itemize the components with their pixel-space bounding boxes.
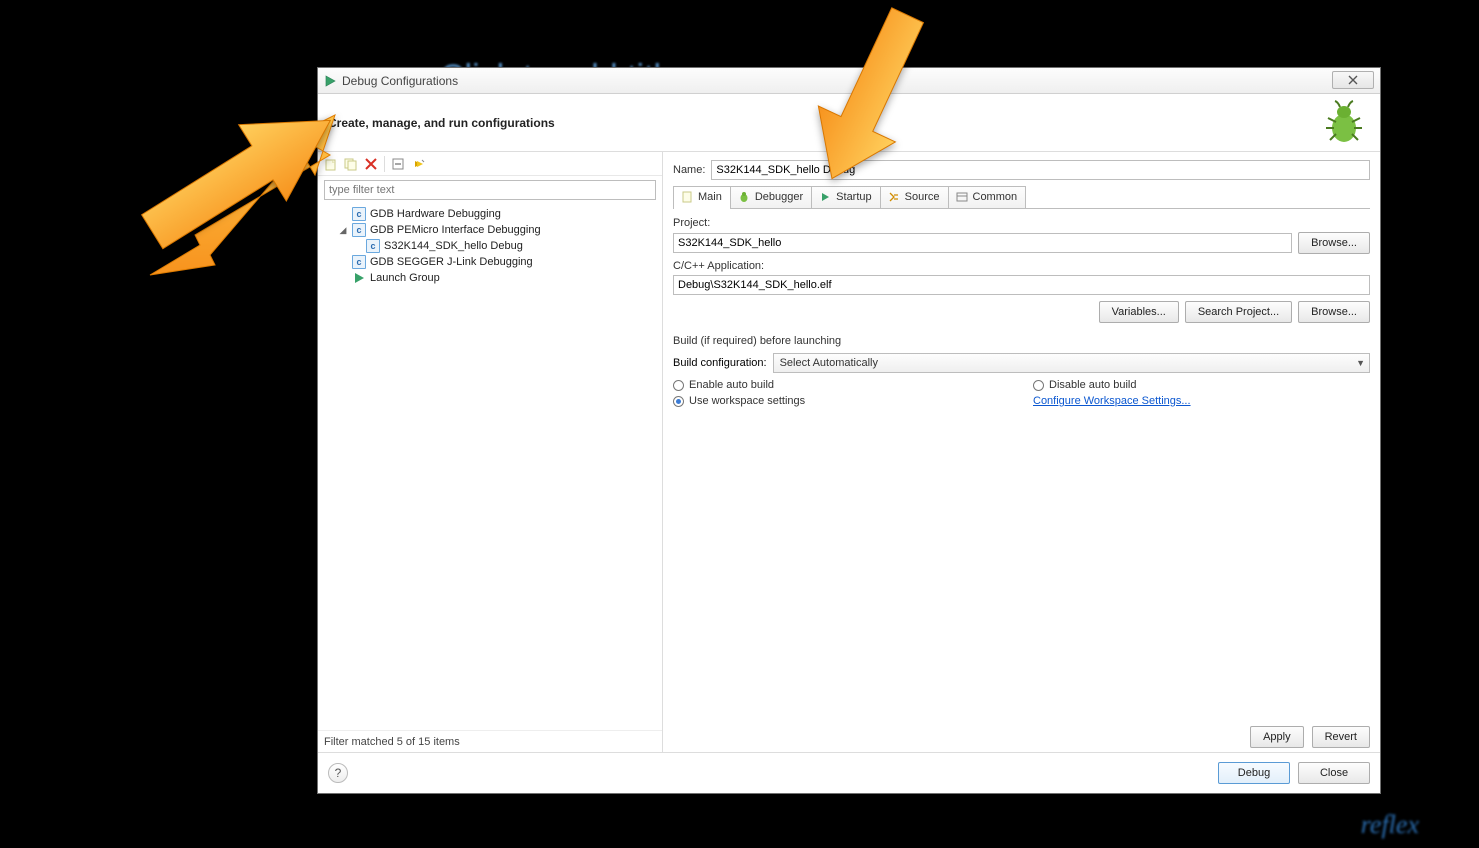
c-launch-icon: c: [366, 239, 380, 253]
c-launch-icon: c: [352, 207, 366, 221]
radio-off-icon: [673, 380, 684, 391]
config-tree[interactable]: c GDB Hardware Debugging ◢ c GDB PEMicro…: [318, 206, 662, 730]
project-input[interactable]: [673, 233, 1292, 253]
right-panel: Name: Main Debugger Startup S: [663, 152, 1380, 752]
bug-icon: [1320, 98, 1368, 146]
radio-enable-auto[interactable]: Enable auto build: [673, 379, 1033, 391]
debug-button[interactable]: Debug: [1218, 762, 1290, 784]
radio-off-icon: [1033, 380, 1044, 391]
delete-config-icon[interactable]: [362, 155, 380, 173]
build-config-dropdown[interactable]: Select Automatically ▼: [773, 353, 1370, 373]
radio-text: Enable auto build: [689, 379, 774, 391]
apply-button[interactable]: Apply: [1250, 726, 1304, 748]
help-icon[interactable]: ?: [328, 763, 348, 783]
dropdown-value: Select Automatically: [780, 357, 878, 369]
tree-gdb-segger[interactable]: c GDB SEGGER J-Link Debugging: [324, 254, 656, 270]
search-project-button[interactable]: Search Project...: [1185, 301, 1292, 323]
radio-disable-auto[interactable]: Disable auto build: [1033, 379, 1191, 391]
project-label: Project:: [673, 217, 1370, 229]
filter-icon[interactable]: [409, 155, 427, 173]
build-config-label: Build configuration:: [673, 357, 767, 369]
bug-small-icon: [737, 190, 751, 204]
tree-gdb-pemicro[interactable]: ◢ c GDB PEMicro Interface Debugging: [324, 222, 656, 238]
variables-button[interactable]: Variables...: [1099, 301, 1179, 323]
c-launch-icon: c: [352, 223, 366, 237]
collapse-icon[interactable]: [389, 155, 407, 173]
tree-label: GDB SEGGER J-Link Debugging: [370, 256, 533, 268]
dialog-header-text: Create, manage, and run configurations: [328, 116, 555, 130]
tree-sdk-hello-debug[interactable]: c S32K144_SDK_hello Debug: [324, 238, 656, 254]
close-button[interactable]: Close: [1298, 762, 1370, 784]
configure-workspace-link[interactable]: Configure Workspace Settings...: [1033, 395, 1191, 407]
window-title: Debug Configurations: [342, 74, 458, 88]
tree-gdb-hardware[interactable]: c GDB Hardware Debugging: [324, 206, 656, 222]
radio-text: Use workspace settings: [689, 395, 805, 407]
annotation-arrow-startup-clean: [780, 0, 960, 195]
radio-use-workspace[interactable]: Use workspace settings: [673, 395, 1033, 407]
tab-main[interactable]: Main: [673, 186, 731, 208]
revert-button[interactable]: Revert: [1312, 726, 1370, 748]
dialog-footer: ? Debug Close: [318, 753, 1380, 793]
tree-label: GDB Hardware Debugging: [370, 208, 501, 220]
annotation-arrow-toolbar-clean: [140, 75, 350, 290]
build-heading: Build (if required) before launching: [673, 335, 1370, 347]
toolbar-separator: [384, 156, 385, 172]
c-launch-icon: c: [352, 255, 366, 269]
chevron-down-icon: ▼: [1356, 358, 1365, 368]
filter-status: Filter matched 5 of 15 items: [318, 730, 662, 752]
ccapp-browse-button[interactable]: Browse...: [1298, 301, 1370, 323]
filter-input[interactable]: [324, 180, 656, 200]
config-toolbar: [318, 152, 662, 176]
tree-label: S32K144_SDK_hello Debug: [384, 240, 523, 252]
radio-text: Disable auto build: [1049, 379, 1136, 391]
tabs: Main Debugger Startup Source Common: [673, 186, 1370, 209]
project-browse-button[interactable]: Browse...: [1298, 232, 1370, 254]
name-label: Name:: [673, 164, 705, 176]
window-close-button[interactable]: [1332, 71, 1374, 89]
tree-label: GDB PEMicro Interface Debugging: [370, 224, 541, 236]
tree-label: Launch Group: [370, 272, 440, 284]
tab-label: Common: [973, 191, 1018, 203]
ccapp-input[interactable]: [673, 275, 1370, 295]
doc-icon: [680, 190, 694, 204]
tab-label: Main: [698, 191, 722, 203]
background-blur-footer: reflex: [1361, 810, 1419, 840]
ccapp-label: C/C++ Application:: [673, 260, 1370, 272]
radio-on-icon: [673, 396, 684, 407]
left-panel: c GDB Hardware Debugging ◢ c GDB PEMicro…: [318, 152, 663, 752]
tree-launch-group[interactable]: Launch Group: [324, 270, 656, 286]
launch-group-icon: [352, 271, 366, 285]
